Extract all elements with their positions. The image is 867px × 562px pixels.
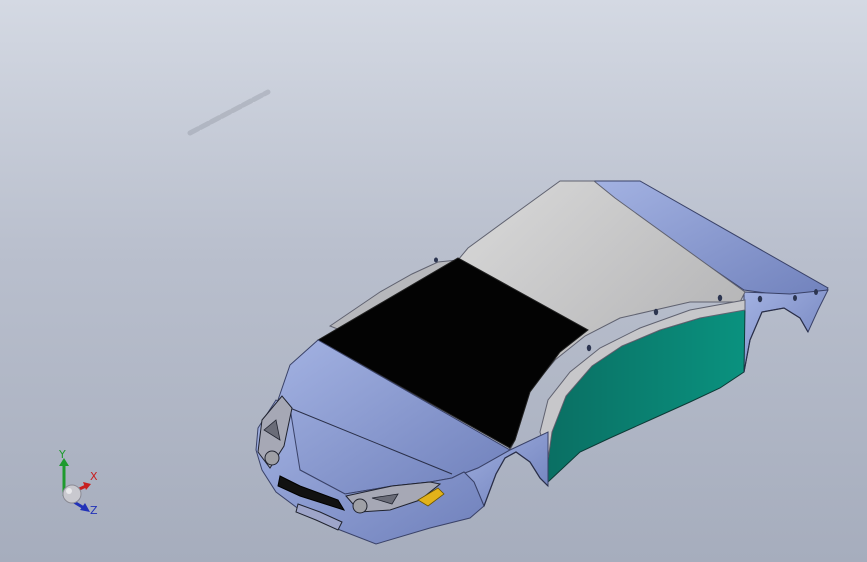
car-body-model[interactable] bbox=[0, 0, 867, 562]
rear-fender[interactable] bbox=[743, 289, 829, 373]
orientation-triad[interactable]: Y X Z bbox=[40, 448, 110, 528]
faint-engraved-text-graphic bbox=[187, 89, 271, 136]
triad-label-y: Y bbox=[59, 448, 66, 461]
triad-label-z: Z bbox=[90, 504, 98, 517]
triad-label-x: X bbox=[90, 470, 98, 483]
graphics-viewport[interactable]: Y X Z bbox=[0, 0, 867, 562]
triad-graphic bbox=[59, 458, 91, 512]
